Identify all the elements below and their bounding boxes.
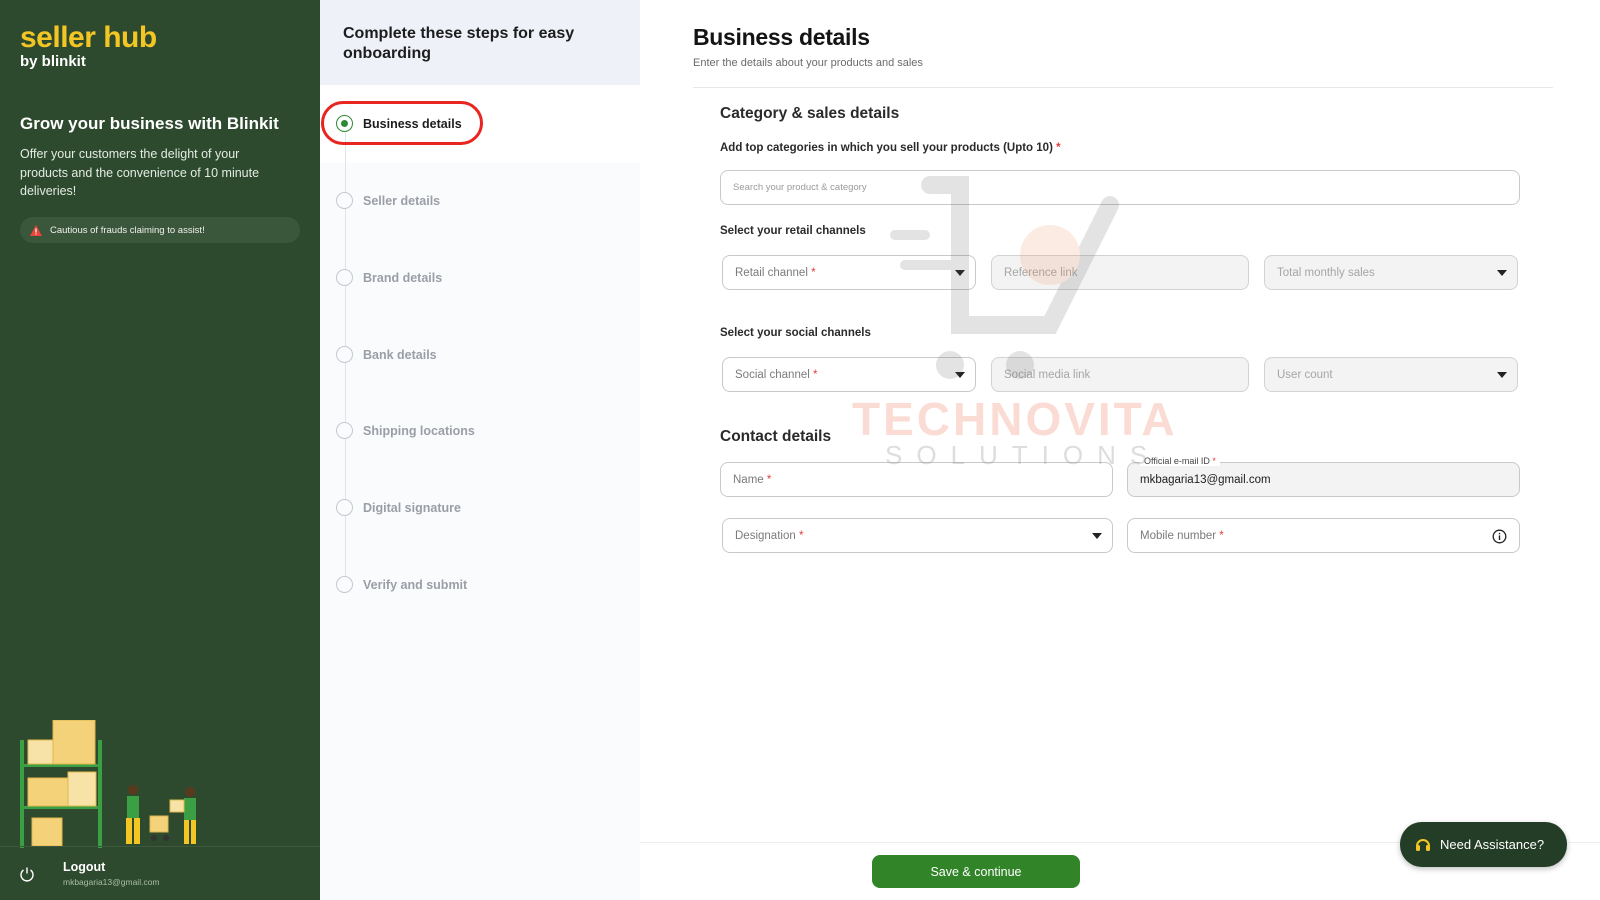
logout-label: Logout: [63, 860, 106, 874]
retail-channels-label: Select your retail channels: [720, 225, 866, 237]
step-verify-submit[interactable]: Verify and submit: [336, 576, 467, 593]
sidebar-description: Offer your customers the delight of your…: [20, 147, 260, 198]
fraud-warning-text: Cautious of frauds claiming to assist!: [50, 224, 205, 236]
watermark-subtext: SOLUTIONS: [885, 440, 1162, 470]
header-divider: [693, 87, 1553, 88]
watermark-text: TECHNOVITA: [852, 393, 1178, 445]
step-label: Shipping locations: [363, 423, 475, 438]
category-section-title: Category & sales details: [720, 105, 900, 122]
fraud-warning-badge: Cautious of frauds claiming to assist!: [20, 217, 300, 243]
chevron-down-icon: [1497, 372, 1507, 378]
step-label: Digital signature: [363, 500, 461, 515]
save-continue-button[interactable]: Save & continue: [872, 855, 1080, 888]
seller-hub-logo: seller hub by blinkit: [20, 22, 157, 70]
logout-email: mkbagaria13@gmail.com: [63, 877, 160, 887]
category-search-placeholder: Search your product & category: [733, 182, 867, 193]
sidebar-title: Grow your business with Blinkit: [20, 114, 279, 133]
left-sidebar: seller hub by blinkit Grow your business…: [0, 0, 320, 900]
page-subtitle: Enter the details about your products an…: [693, 57, 923, 69]
info-icon[interactable]: [1492, 529, 1507, 544]
contact-section-title: Contact details: [720, 428, 832, 445]
step-brand-details[interactable]: Brand details: [336, 269, 442, 286]
step-seller-details[interactable]: Seller details: [336, 192, 440, 209]
email-value: mkbagaria13@gmail.com: [1140, 473, 1271, 486]
social-channel-select[interactable]: Social channel *: [722, 357, 976, 392]
reference-link-input[interactable]: Reference link: [991, 255, 1249, 290]
step-radio-icon: [336, 576, 353, 593]
page-title: Business details: [693, 24, 870, 50]
step-radio-icon: [336, 422, 353, 439]
warehouse-illustration-icon: [20, 720, 196, 848]
category-search-input[interactable]: Search your product & category: [720, 170, 1520, 205]
highlight-annotation-ring: [321, 101, 483, 145]
social-channels-label: Select your social channels: [720, 327, 871, 339]
step-label: Brand details: [363, 270, 443, 285]
step-radio-icon: [336, 499, 353, 516]
categories-label: Add top categories in which you sell you…: [720, 142, 1061, 154]
chevron-down-icon: [1092, 533, 1102, 539]
need-assistance-button[interactable]: Need Assistance?: [1400, 822, 1567, 867]
step-radio-icon: [336, 269, 353, 286]
power-icon: [20, 867, 34, 881]
step-shipping-locations[interactable]: Shipping locations: [336, 422, 475, 439]
logo-subtitle: by blinkit: [20, 53, 86, 70]
user-count-select[interactable]: User count: [1264, 357, 1518, 392]
designation-select[interactable]: Designation *: [722, 518, 1113, 553]
step-label: Bank details: [363, 347, 437, 362]
step-bank-details[interactable]: Bank details: [336, 346, 437, 363]
step-label: Verify and submit: [363, 577, 468, 592]
step-digital-signature[interactable]: Digital signature: [336, 499, 461, 516]
chevron-down-icon: [955, 270, 965, 276]
logo-title: seller hub: [20, 21, 157, 54]
retail-channel-select[interactable]: Retail channel *: [722, 255, 976, 290]
steps-header: Complete these steps for easy onboarding: [320, 0, 640, 85]
social-media-link-input[interactable]: Social media link: [991, 357, 1249, 392]
step-radio-icon: [336, 192, 353, 209]
logout-button[interactable]: Logout mkbagaria13@gmail.com: [0, 846, 320, 900]
chevron-down-icon: [1497, 270, 1507, 276]
mobile-number-input[interactable]: Mobile number *: [1127, 518, 1520, 553]
step-label: Seller details: [363, 193, 441, 208]
total-monthly-sales-select[interactable]: Total monthly sales: [1264, 255, 1518, 290]
step-radio-icon: [336, 346, 353, 363]
email-field[interactable]: Official e-mail ID * mkbagaria13@gmail.c…: [1127, 456, 1520, 497]
warning-icon: [30, 224, 42, 236]
chevron-down-icon: [955, 372, 965, 378]
headset-icon: [1416, 838, 1430, 851]
need-assistance-label: Need Assistance?: [1440, 837, 1545, 852]
